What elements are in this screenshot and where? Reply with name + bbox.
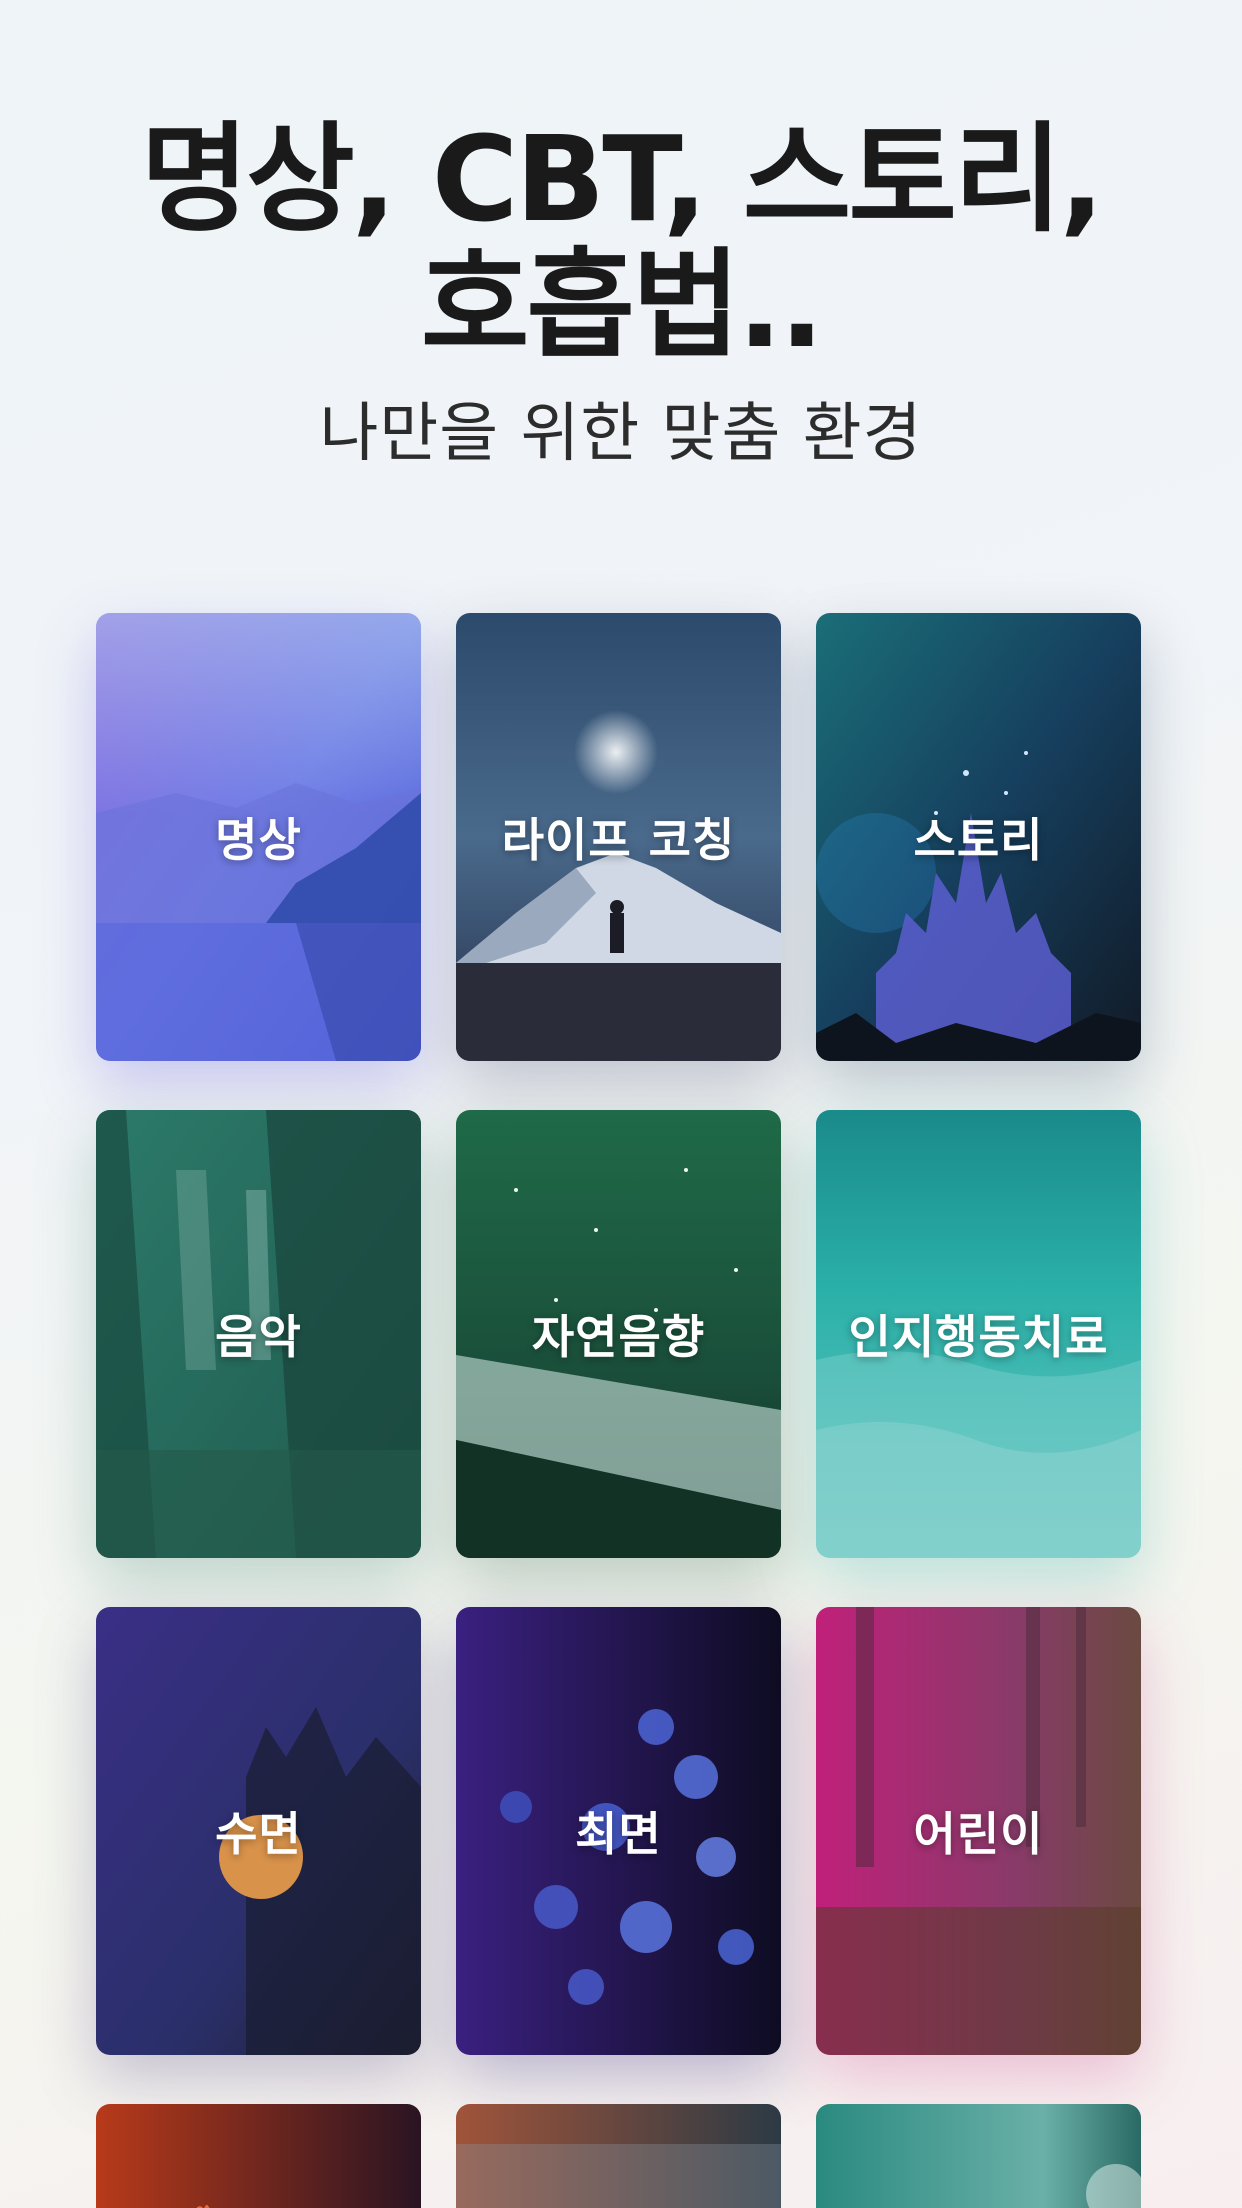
category-card-partial-3[interactable]: [816, 2104, 1141, 2208]
category-card-partial-1[interactable]: [96, 2104, 421, 2208]
category-card-music[interactable]: 음악: [96, 1110, 421, 1558]
category-label: 수면: [215, 1807, 302, 1861]
page-subtitle: 나만을 위한 맞춤 환경: [319, 397, 923, 471]
category-label: 최면: [575, 1807, 662, 1861]
category-label: 명상: [215, 813, 302, 867]
category-label: 인지행동치료: [848, 1310, 1109, 1364]
category-image: [96, 2104, 421, 2208]
category-card-meditation[interactable]: 명상: [96, 613, 421, 1061]
category-label: 자연음향: [531, 1310, 706, 1364]
category-card-kids[interactable]: 어린이: [816, 1607, 1141, 2055]
category-label: 음악: [215, 1310, 302, 1364]
category-card-nature-sounds[interactable]: 자연음향: [456, 1110, 781, 1558]
category-card-hypnosis[interactable]: 최면: [456, 1607, 781, 2055]
category-label: 라이프 코칭: [501, 813, 736, 867]
page-title-line-1: 명상, CBT, 스토리,: [140, 110, 1105, 248]
category-card-story[interactable]: 스토리: [816, 613, 1141, 1061]
category-card-partial-2[interactable]: [456, 2104, 781, 2208]
category-label: 스토리: [913, 813, 1044, 867]
category-image: [456, 2104, 781, 2208]
page-title-line-2: 호흡법..: [420, 236, 824, 374]
category-card-cbt[interactable]: 인지행동치료: [816, 1110, 1141, 1558]
category-card-life-coaching[interactable]: 라이프 코칭: [456, 613, 781, 1061]
category-image: [816, 2104, 1141, 2208]
category-card-sleep[interactable]: 수면: [96, 1607, 421, 2055]
category-label: 어린이: [913, 1807, 1044, 1861]
